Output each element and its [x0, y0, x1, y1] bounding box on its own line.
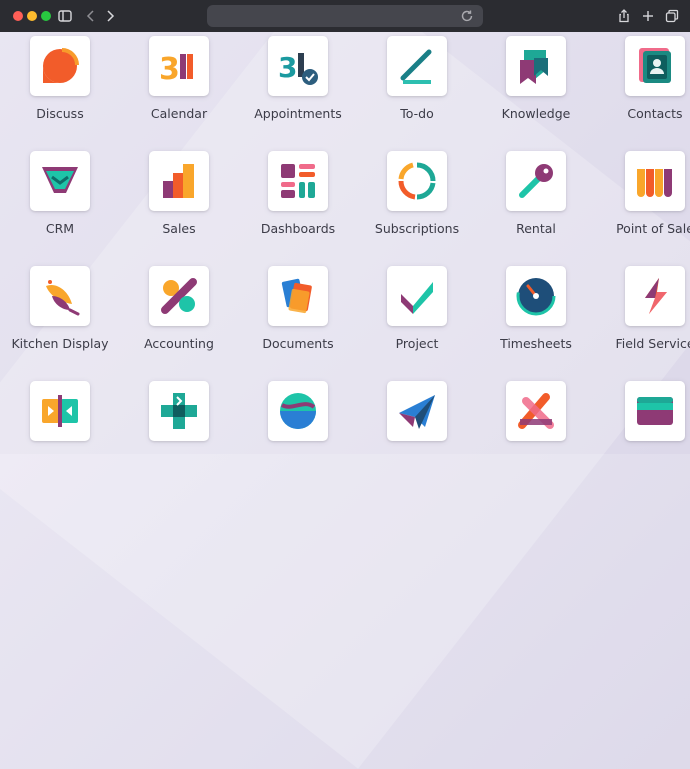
app-tile[interactable]: [625, 381, 685, 441]
app-kitchen-display[interactable]: Kitchen Display: [0, 262, 120, 377]
app-label: Point of Sale: [616, 221, 690, 236]
app-tile[interactable]: [506, 266, 566, 326]
rental-icon: [519, 164, 553, 198]
zoom-window-button[interactable]: [41, 11, 51, 21]
helpdesk-icon: [161, 393, 197, 429]
back-icon[interactable]: [83, 8, 99, 24]
app-knowledge[interactable]: Knowledge: [476, 32, 596, 147]
app-project[interactable]: Project: [357, 262, 477, 377]
svg-text:3: 3: [159, 52, 180, 86]
website-icon: [280, 393, 316, 429]
app-planning[interactable]: [0, 377, 120, 492]
app-tile[interactable]: [506, 381, 566, 441]
app-tile[interactable]: [387, 381, 447, 441]
minimize-window-button[interactable]: [27, 11, 37, 21]
app-tile[interactable]: [149, 381, 209, 441]
address-bar[interactable]: [207, 5, 483, 27]
app-todo[interactable]: To-do: [357, 32, 477, 147]
appointments-icon: 3: [278, 51, 318, 85]
knowledge-icon: [520, 50, 548, 84]
svg-text:3: 3: [278, 51, 297, 84]
app-tile[interactable]: [30, 266, 90, 326]
app-tile[interactable]: [149, 266, 209, 326]
app-point-of-sale[interactable]: Point of Sale: [595, 147, 690, 262]
contacts-icon: [639, 48, 671, 83]
reload-icon[interactable]: [459, 8, 475, 24]
app-calendar[interactable]: 3 Calendar: [119, 32, 239, 147]
app-email-marketing[interactable]: [357, 377, 477, 492]
app-rental[interactable]: Rental: [476, 147, 596, 262]
app-tile[interactable]: [387, 36, 447, 96]
app-tile[interactable]: [30, 36, 90, 96]
app-tile[interactable]: [625, 36, 685, 96]
kitchen-display-icon: [46, 280, 80, 316]
app-sales[interactable]: Sales: [119, 147, 239, 262]
field-service-icon: [645, 278, 667, 314]
crm-icon: [42, 167, 78, 193]
subscriptions-icon: [398, 162, 436, 200]
apps-grid: Discuss 3 Calendar 3 Appointments To-do …: [0, 32, 690, 454]
calendar-icon: 3: [159, 52, 193, 86]
app-tile[interactable]: [506, 36, 566, 96]
app-documents[interactable]: Documents: [238, 262, 358, 377]
app-tile[interactable]: [625, 266, 685, 326]
app-label: Field Service: [615, 336, 690, 351]
payments-icon: [637, 397, 673, 425]
app-tile[interactable]: [268, 151, 328, 211]
app-label: Contacts: [627, 106, 683, 121]
app-tile[interactable]: [268, 381, 328, 441]
app-discuss[interactable]: Discuss: [0, 32, 120, 147]
app-tile[interactable]: [268, 266, 328, 326]
tabs-overview-icon[interactable]: [664, 8, 680, 24]
app-tile[interactable]: 3: [268, 36, 328, 96]
app-crm[interactable]: CRM: [0, 147, 120, 262]
app-payments[interactable]: [595, 377, 690, 492]
discuss-icon: [43, 48, 79, 83]
app-appointments[interactable]: 3 Appointments: [238, 32, 358, 147]
app-helpdesk[interactable]: [119, 377, 239, 492]
app-timesheets[interactable]: Timesheets: [476, 262, 596, 377]
browser-toolbar: [0, 0, 690, 32]
app-subscriptions[interactable]: Subscriptions: [357, 147, 477, 262]
app-website[interactable]: [238, 377, 358, 492]
sales-icon: [163, 164, 194, 198]
email-marketing-icon: [399, 395, 435, 429]
todo-icon: [400, 49, 432, 84]
app-accounting[interactable]: Accounting: [119, 262, 239, 377]
close-window-button[interactable]: [13, 11, 23, 21]
app-events[interactable]: [476, 377, 596, 492]
sidebar-icon[interactable]: [57, 8, 73, 24]
timesheets-icon: [516, 276, 556, 316]
project-icon: [401, 282, 433, 314]
accounting-icon: [161, 278, 197, 314]
app-tile[interactable]: [506, 151, 566, 211]
documents-icon: [281, 278, 312, 314]
app-tile[interactable]: [149, 151, 209, 211]
dashboards-icon: [281, 164, 315, 198]
planning-icon: [42, 395, 78, 427]
forward-icon[interactable]: [102, 8, 118, 24]
new-tab-icon[interactable]: [640, 8, 656, 24]
app-tile[interactable]: [387, 151, 447, 211]
app-tile[interactable]: [387, 266, 447, 326]
share-icon[interactable]: [616, 8, 632, 24]
app-tile[interactable]: [625, 151, 685, 211]
app-tile[interactable]: [30, 151, 90, 211]
app-tile[interactable]: 3: [149, 36, 209, 96]
app-field-service[interactable]: Field Service: [595, 262, 690, 377]
app-contacts[interactable]: Contacts: [595, 32, 690, 147]
app-dashboards[interactable]: Dashboards: [238, 147, 358, 262]
app-tile[interactable]: [30, 381, 90, 441]
point-of-sale-icon: [637, 169, 672, 197]
events-icon: [518, 393, 554, 429]
